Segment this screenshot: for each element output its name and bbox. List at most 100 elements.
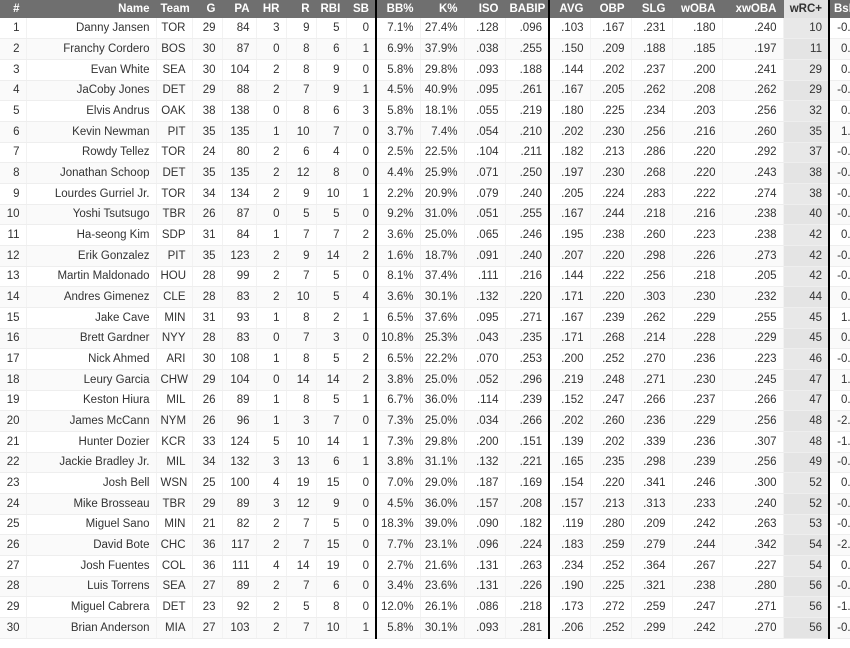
team-cell[interactable]: CHC: [156, 534, 193, 556]
team-cell[interactable]: TOR: [156, 142, 193, 164]
column-header-xwoba[interactable]: xwOBA: [722, 0, 784, 18]
column-header-iso[interactable]: ISO: [464, 0, 506, 18]
player-name-cell[interactable]: Jake Cave: [26, 307, 157, 329]
team-cell[interactable]: TOR: [156, 183, 193, 205]
player-name-cell[interactable]: Luis Torrens: [26, 576, 157, 598]
player-name-cell[interactable]: Jonathan Schoop: [26, 162, 157, 184]
column-header-rank[interactable]: #: [0, 0, 27, 18]
team-cell[interactable]: MIL: [156, 390, 193, 412]
cell-iso: .054: [464, 121, 506, 143]
player-name-cell[interactable]: Keston Hiura: [26, 390, 157, 412]
player-name-cell[interactable]: Danny Jansen: [26, 18, 157, 40]
cell-pa: 80: [222, 142, 257, 164]
team-cell[interactable]: BOS: [156, 38, 193, 60]
cell-r: 12: [286, 162, 317, 184]
team-cell[interactable]: HOU: [156, 266, 193, 288]
column-header-sb[interactable]: SB: [346, 0, 377, 18]
team-cell[interactable]: ARI: [156, 348, 193, 370]
cell-hr: 2: [256, 286, 287, 308]
cell-pa: 135: [222, 121, 257, 143]
team-cell[interactable]: PIT: [156, 121, 193, 143]
team-cell[interactable]: TBR: [156, 493, 193, 515]
player-name-cell[interactable]: Franchy Cordero: [26, 38, 157, 60]
player-name-cell[interactable]: Brian Anderson: [26, 617, 157, 639]
player-name-cell[interactable]: Ha-seong Kim: [26, 224, 157, 246]
stats-leaderboard-table: # Name Team G PA HR R RBI SB BB% K% ISO BABIP AVG OBP S…: [0, 0, 850, 639]
team-cell[interactable]: DET: [156, 162, 193, 184]
column-header-slg[interactable]: SLG: [631, 0, 673, 18]
cell-bsr: 0.8: [828, 472, 850, 494]
player-name-cell[interactable]: Kevin Newman: [26, 121, 157, 143]
team-cell[interactable]: MIN: [156, 307, 193, 329]
cell-rank: 25: [0, 514, 27, 536]
column-header-bb[interactable]: BB%: [375, 0, 421, 18]
team-cell[interactable]: NYM: [156, 410, 193, 432]
column-header-bsr[interactable]: BsR: [828, 0, 850, 18]
player-name-cell[interactable]: Miguel Cabrera: [26, 596, 157, 618]
cell-xwoba: .240: [722, 493, 784, 515]
player-name-cell[interactable]: Andres Gimenez: [26, 286, 157, 308]
team-cell[interactable]: CHW: [156, 369, 193, 391]
team-cell[interactable]: WSN: [156, 472, 193, 494]
player-name-cell[interactable]: JaCoby Jones: [26, 80, 157, 102]
team-cell[interactable]: TBR: [156, 204, 193, 226]
column-header-rbi[interactable]: RBI: [316, 0, 347, 18]
player-name-cell[interactable]: Rowdy Tellez: [26, 142, 157, 164]
player-name-cell[interactable]: David Bote: [26, 534, 157, 556]
team-cell[interactable]: DET: [156, 596, 193, 618]
column-header-obp[interactable]: OBP: [590, 0, 632, 18]
player-name-cell[interactable]: Miguel Sano: [26, 514, 157, 536]
column-header-avg[interactable]: AVG: [548, 0, 591, 18]
cell-slg: .298: [631, 245, 673, 267]
team-cell[interactable]: COL: [156, 555, 193, 577]
player-name-cell[interactable]: James McCann: [26, 410, 157, 432]
player-name-cell[interactable]: Evan White: [26, 59, 157, 81]
cell-obp: .220: [590, 472, 632, 494]
player-name-cell[interactable]: Nick Ahmed: [26, 348, 157, 370]
player-name-cell[interactable]: Erik Gonzalez: [26, 245, 157, 267]
team-cell[interactable]: SEA: [156, 576, 193, 598]
cell-g: 23: [192, 596, 223, 618]
column-header-g[interactable]: G: [192, 0, 223, 18]
team-cell[interactable]: TOR: [156, 18, 193, 40]
column-header-pa[interactable]: PA: [222, 0, 257, 18]
team-cell[interactable]: MIN: [156, 514, 193, 536]
player-name-cell[interactable]: Leury Garcia: [26, 369, 157, 391]
column-header-wrc[interactable]: wRC+: [783, 0, 830, 18]
player-name-cell[interactable]: Lourdes Gurriel Jr.: [26, 183, 157, 205]
team-cell[interactable]: SDP: [156, 224, 193, 246]
team-cell[interactable]: MIA: [156, 617, 193, 639]
column-header-team[interactable]: Team: [156, 0, 193, 18]
team-cell[interactable]: KCR: [156, 431, 193, 453]
player-name-cell[interactable]: Yoshi Tsutsugo: [26, 204, 157, 226]
cell-obp: .248: [590, 369, 632, 391]
player-name-cell[interactable]: Elvis Andrus: [26, 100, 157, 122]
cell-g: 29: [192, 80, 223, 102]
cell-bb: 6.5%: [375, 348, 421, 370]
team-cell[interactable]: NYY: [156, 328, 193, 350]
column-header-woba[interactable]: wOBA: [672, 0, 723, 18]
column-header-r[interactable]: R: [286, 0, 317, 18]
player-name-cell[interactable]: Josh Bell: [26, 472, 157, 494]
column-header-name[interactable]: Name: [26, 0, 157, 18]
player-name-cell[interactable]: Brett Gardner: [26, 328, 157, 350]
cell-bsr: 0.9: [828, 555, 850, 577]
team-cell[interactable]: SEA: [156, 59, 193, 81]
cell-g: 30: [192, 38, 223, 60]
cell-hr: 1: [256, 390, 287, 412]
team-cell[interactable]: CLE: [156, 286, 193, 308]
table-row: 15 Jake Cave MIN 31 93 1 8 2 1 6.5% 37.6% .095.271.…: [0, 307, 850, 329]
team-cell[interactable]: PIT: [156, 245, 193, 267]
team-cell[interactable]: OAK: [156, 100, 193, 122]
column-header-babip[interactable]: BABIP: [505, 0, 550, 18]
cell-sb: 0: [346, 266, 377, 288]
player-name-cell[interactable]: Mike Brosseau: [26, 493, 157, 515]
player-name-cell[interactable]: Josh Fuentes: [26, 555, 157, 577]
player-name-cell[interactable]: Jackie Bradley Jr.: [26, 452, 157, 474]
column-header-hr[interactable]: HR: [256, 0, 287, 18]
team-cell[interactable]: DET: [156, 80, 193, 102]
team-cell[interactable]: MIL: [156, 452, 193, 474]
player-name-cell[interactable]: Hunter Dozier: [26, 431, 157, 453]
column-header-k[interactable]: K%: [420, 0, 465, 18]
player-name-cell[interactable]: Martin Maldonado: [26, 266, 157, 288]
